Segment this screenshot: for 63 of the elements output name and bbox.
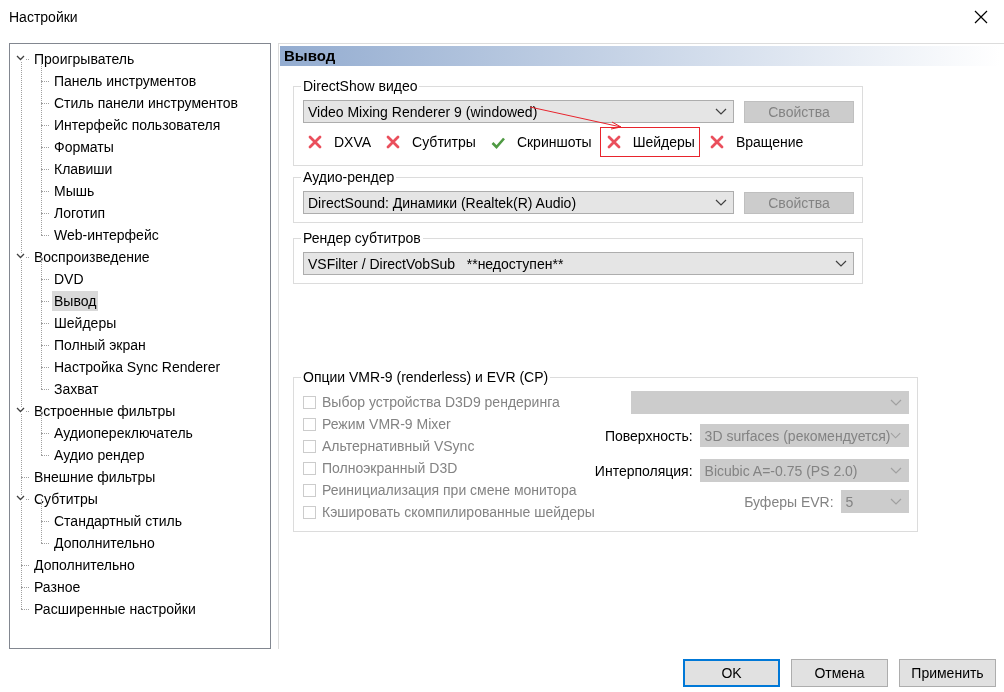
tree-item[interactable]: Стиль панели инструментов (52, 93, 241, 113)
field-label: Буферы EVR: (744, 493, 834, 510)
chevron-down-icon (889, 467, 902, 474)
tree-item[interactable]: Аудио рендер (52, 445, 147, 465)
tree-item[interactable]: Дополнительно (32, 555, 137, 575)
tree-item[interactable]: Настройка Sync Renderer (52, 357, 223, 377)
tree-item[interactable]: Воспроизведение (32, 247, 152, 267)
tree-item[interactable]: Логотип (52, 203, 108, 223)
capability-label: DXVA (334, 134, 372, 150)
tree-item[interactable]: Интерфейс пользователя (52, 115, 223, 135)
chevron-down-icon (889, 498, 902, 505)
capability-label: Скриншоты (516, 134, 592, 150)
chevron-down-icon (835, 260, 847, 267)
dialog-button[interactable]: Отмена (791, 659, 888, 687)
checkbox-label: Полноэкранный D3D (322, 460, 458, 476)
checkbox-label: Альтернативный VSync (322, 438, 475, 454)
dialog-button[interactable]: Применить (899, 659, 996, 687)
tree-item[interactable]: Web-интерфейс (52, 225, 161, 245)
checkbox-label: Выбор устройства D3D9 рендеринга (322, 394, 560, 410)
group-label: DirectShow видео (302, 78, 419, 94)
group-label: Опции VMR-9 (renderless) и EVR (CP) (302, 369, 550, 385)
close-icon (974, 10, 988, 24)
dropdown[interactable]: Video Mixing Renderer 9 (windowed) (303, 100, 734, 123)
dropdown[interactable]: DirectSound: Динамики (Realtek(R) Audio) (303, 191, 734, 214)
window-title: Настройки (9, 9, 78, 25)
capability-label: Шейдеры (632, 134, 695, 150)
tree-item[interactable]: Шейдеры (52, 313, 119, 333)
field-label: Поверхность: (604, 427, 693, 444)
group-label: Аудио-рендер (302, 169, 396, 185)
tree-item[interactable]: Дополнительно (52, 533, 157, 553)
tree-item[interactable]: Клавиши (52, 159, 115, 179)
chevron-down-icon (890, 432, 902, 439)
tree-item[interactable]: DVD (52, 269, 86, 289)
tree-item[interactable]: Разное (32, 577, 83, 597)
tree-item[interactable]: Субтитры (32, 489, 100, 509)
chevron-down-icon (715, 199, 727, 206)
chevron-down-icon[interactable] (16, 55, 25, 61)
checkbox-label: Реинициализация при смене монитора (322, 482, 577, 498)
tree-item[interactable]: Форматы (52, 137, 116, 157)
tree-item[interactable]: Мышь (52, 181, 97, 201)
chevron-down-icon (889, 399, 902, 406)
tree-item[interactable]: Стандартный стиль (52, 511, 184, 531)
tree-item[interactable]: Захват (52, 379, 101, 399)
tree-item[interactable]: Вывод (52, 291, 99, 311)
chevron-down-icon (715, 108, 727, 115)
tree-item[interactable]: Внешние фильтры (32, 467, 158, 487)
chevron-down-icon[interactable] (16, 253, 25, 259)
chevron-down-icon[interactable] (16, 407, 25, 413)
capability-label: Вращение (735, 134, 804, 150)
dialog-button[interactable]: OK (683, 659, 780, 687)
tree-item[interactable]: Проигрыватель (32, 49, 137, 69)
chevron-down-icon[interactable] (16, 495, 25, 501)
tree-item[interactable]: Полный экран (52, 335, 148, 355)
field-label: Интерполяция: (594, 462, 693, 479)
capability-label: Субтитры (412, 134, 476, 150)
tree-item[interactable]: Аудиопереключатель (52, 423, 195, 443)
group-label: Рендер субтитров (302, 230, 422, 246)
dropdown[interactable]: VSFilter / DirectVobSub **недоступен** (303, 252, 854, 275)
checkbox-label: Кэшировать скомпилированные шейдеры (322, 504, 595, 520)
tree-item[interactable]: Панель инструментов (52, 71, 199, 91)
tree-item[interactable]: Расширенные настройки (32, 599, 198, 619)
checkbox-label: Режим VMR-9 Mixer (322, 416, 451, 432)
tree-item[interactable]: Встроенные фильтры (32, 401, 178, 421)
